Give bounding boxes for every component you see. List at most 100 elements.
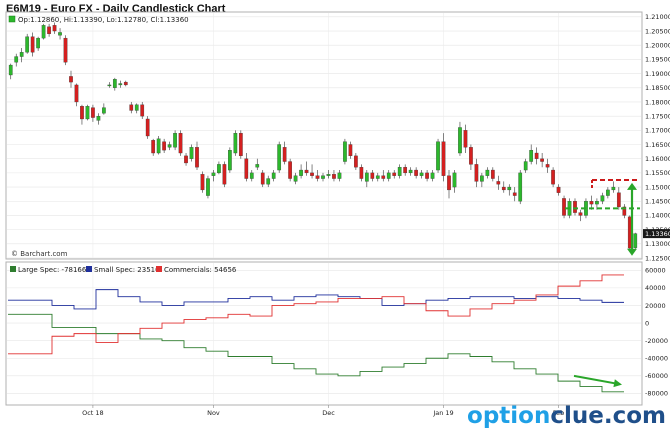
candle-body-down — [310, 172, 314, 176]
candle-body-up — [343, 141, 347, 162]
candle — [200, 171, 205, 193]
cot-y-tick-label: 20000 — [645, 302, 666, 310]
candle-body-down — [30, 36, 35, 53]
price-y-tick-label: 1.18000 — [645, 98, 670, 106]
legend-commercials: Commercials: 54656 — [164, 266, 237, 274]
cot-y-tick-label: -20000 — [645, 337, 668, 345]
price-y-tick-label: 1.13000 — [645, 240, 670, 248]
candle-body-up — [326, 174, 331, 176]
candle-body-down — [463, 130, 468, 148]
credit-text: © Barchart.com — [11, 250, 68, 258]
candle-body-down — [123, 81, 128, 86]
candle — [288, 158, 292, 182]
candle-body-up — [8, 64, 13, 76]
price-y-tick-label: 1.18500 — [645, 84, 670, 92]
candle-body-down — [282, 147, 287, 162]
candle-body-up — [321, 175, 325, 179]
candle-body-up — [173, 133, 177, 148]
candle-body-down — [512, 192, 517, 196]
candle-body-down — [540, 158, 544, 162]
candle-body-down — [545, 164, 550, 168]
candle-body-down — [425, 172, 429, 179]
watermark-part2: clue.com — [550, 403, 666, 429]
candle-body-down — [348, 144, 353, 157]
candle-body-up — [41, 25, 46, 39]
candle-body-up — [633, 233, 638, 248]
candle-body-down — [91, 107, 95, 118]
candle — [436, 138, 440, 173]
candle-body-up — [386, 172, 391, 179]
x-tick-label: Oct 18 — [82, 409, 104, 417]
candle-body-down — [222, 164, 227, 185]
candle-body-down — [162, 141, 166, 151]
price-y-tick-label: 1.16000 — [645, 155, 670, 163]
price-panel-frame — [5, 11, 643, 260]
last-price-tag-text: 1.13360 — [645, 230, 670, 238]
price-y-tick-label: 1.21000 — [645, 13, 670, 21]
candle-body-down — [184, 155, 188, 164]
candle-body-down — [69, 76, 73, 83]
price-y-axis: 1.125001.130001.135001.140001.145001.150… — [645, 13, 670, 262]
candle-body-up — [58, 32, 62, 36]
candle-body-up — [167, 144, 172, 148]
candle-body-up — [255, 164, 260, 168]
x-tick-label: Dec — [322, 409, 335, 417]
price-y-tick-label: 1.17000 — [645, 127, 670, 135]
candle-body-up — [228, 150, 232, 171]
candle-body-down — [551, 169, 555, 185]
candle — [233, 130, 238, 156]
candle-body-up — [156, 138, 161, 154]
cot-y-tick-label: 60000 — [645, 267, 666, 275]
candle-body-up — [507, 186, 512, 191]
candle-body-up — [14, 56, 19, 63]
candle-body-down — [354, 155, 358, 168]
candle-body-up — [96, 115, 101, 121]
watermark: optionclue.com — [467, 403, 666, 429]
candle-body-down — [578, 212, 583, 216]
candle — [562, 195, 566, 219]
cot-y-tick-label: -80000 — [645, 390, 668, 398]
candle-body-up — [606, 189, 610, 196]
candle-body-up — [271, 172, 276, 179]
candle-body-down — [74, 84, 79, 103]
candle-body-up — [233, 133, 238, 154]
candle-body-down — [534, 152, 539, 159]
candle-body-up — [102, 107, 106, 114]
price-y-tick-label: 1.14500 — [645, 198, 670, 206]
candle-body-up — [19, 52, 24, 57]
candle — [206, 175, 210, 199]
candle-body-down — [178, 133, 183, 154]
candle-body-up — [364, 172, 369, 182]
candle — [518, 170, 523, 205]
price-y-tick-label: 1.16500 — [645, 141, 670, 149]
candle-body-up — [206, 178, 210, 196]
price-y-tick-label: 1.14000 — [645, 212, 670, 220]
candle-body-down — [474, 164, 479, 182]
candle-body-up — [485, 169, 490, 176]
price-y-tick-label: 1.19500 — [645, 56, 670, 64]
candle-body-down — [562, 198, 566, 216]
ohlc-text: Op:1.12860, Hi:1.13390, Lo:1.12780, Cl:1… — [18, 16, 189, 24]
candle — [173, 130, 177, 151]
price-y-tick-label: 1.15500 — [645, 169, 670, 177]
legend-small-spec: Small Spec: 23510 — [94, 266, 160, 274]
x-tick-label: Jan 19 — [432, 409, 453, 417]
candle-body-up — [118, 83, 123, 86]
candle-body-down — [496, 181, 501, 185]
cot-legend: Large Spec: -78166 Small Spec: 23510 Com… — [10, 266, 237, 274]
candle-body-up — [408, 169, 413, 174]
price-y-tick-label: 1.20500 — [645, 27, 670, 35]
candle — [277, 141, 282, 173]
candle-body-down — [573, 201, 577, 213]
candle-body-up — [375, 175, 380, 179]
candle-body-down — [244, 158, 249, 179]
candle-body-down — [195, 147, 199, 168]
candle-body-down — [589, 201, 594, 205]
price-y-tick-label: 1.12500 — [645, 254, 670, 262]
candle-body-up — [529, 150, 534, 162]
candle-body-down — [381, 175, 386, 179]
price-y-tick-label: 1.20000 — [645, 42, 670, 50]
candle — [156, 136, 161, 155]
candle-body-up — [277, 144, 282, 171]
candle-body-up — [480, 175, 484, 182]
